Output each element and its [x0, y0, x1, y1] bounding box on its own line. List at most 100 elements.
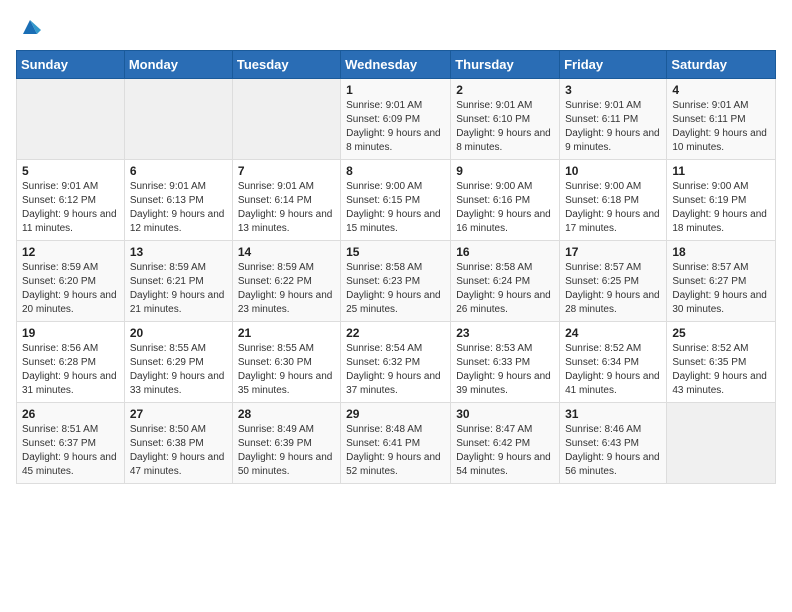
calendar-cell: 18 Sunrise: 8:57 AM Sunset: 6:27 PM Dayli…	[667, 241, 776, 322]
day-detail: Sunrise: 8:52 AM Sunset: 6:34 PM Dayligh…	[565, 342, 661, 398]
day-detail: Sunrise: 9:00 AM Sunset: 6:15 PM Dayligh…	[346, 180, 445, 236]
calendar-cell	[232, 79, 340, 160]
day-detail: Sunrise: 8:59 AM Sunset: 6:20 PM Dayligh…	[22, 261, 119, 317]
calendar-cell: 9Sunrise: 9:00 AM Sunset: 6:16 PM Daylig…	[451, 160, 560, 241]
calendar-week-row: 1Sunrise: 9:01 AM Sunset: 6:09 PM Daylig…	[17, 79, 776, 160]
calendar-cell: 8 Sunrise: 9:00 AM Sunset: 6:15 PM Daylig…	[341, 160, 451, 241]
weekday-header-thursday: Thursday	[451, 51, 560, 79]
calendar-cell: 31Sunrise: 8:46 AM Sunset: 6:43 PM Dayli…	[560, 403, 667, 484]
day-detail: Sunrise: 8:57 AM Sunset: 6:27 PM Dayligh…	[672, 261, 770, 317]
day-detail: Sunrise: 8:54 AM Sunset: 6:32 PM Dayligh…	[346, 342, 445, 398]
day-number: 3	[565, 83, 661, 97]
page-header	[16, 16, 776, 38]
day-detail: Sunrise: 8:48 AM Sunset: 6:41 PM Dayligh…	[346, 423, 445, 479]
day-detail: Sunrise: 9:00 AM Sunset: 6:16 PM Dayligh…	[456, 180, 554, 236]
calendar-cell: 1Sunrise: 9:01 AM Sunset: 6:09 PM Daylig…	[341, 79, 451, 160]
day-number: 28	[238, 407, 335, 421]
calendar-cell: 17Sunrise: 8:57 AM Sunset: 6:25 PM Dayli…	[560, 241, 667, 322]
calendar-week-row: 12 Sunrise: 8:59 AM Sunset: 6:20 PM Dayli…	[17, 241, 776, 322]
day-detail: Sunrise: 9:01 AM Sunset: 6:11 PM Dayligh…	[565, 99, 661, 155]
day-number: 15	[346, 245, 445, 259]
calendar-cell: 10 Sunrise: 9:00 AM Sunset: 6:18 PM Dayli…	[560, 160, 667, 241]
weekday-header-wednesday: Wednesday	[341, 51, 451, 79]
day-detail: Sunrise: 8:55 AM Sunset: 6:30 PM Dayligh…	[238, 342, 335, 398]
day-detail: Sunrise: 8:52 AM Sunset: 6:35 PM Dayligh…	[672, 342, 770, 398]
day-detail: Sunrise: 8:59 AM Sunset: 6:21 PM Dayligh…	[130, 261, 227, 317]
day-detail: Sunrise: 8:58 AM Sunset: 6:24 PM Dayligh…	[456, 261, 554, 317]
day-number: 24	[565, 326, 661, 340]
logo	[16, 16, 41, 38]
day-number: 21	[238, 326, 335, 340]
day-number: 11	[672, 164, 770, 178]
calendar-week-row: 19 Sunrise: 8:56 AM Sunset: 6:28 PM Dayli…	[17, 322, 776, 403]
calendar-table: SundayMondayTuesdayWednesdayThursdayFrid…	[16, 50, 776, 484]
calendar-cell: 13 Sunrise: 8:59 AM Sunset: 6:21 PM Dayli…	[124, 241, 232, 322]
day-number: 13	[130, 245, 227, 259]
calendar-cell: 24 Sunrise: 8:52 AM Sunset: 6:34 PM Dayli…	[560, 322, 667, 403]
day-detail: Sunrise: 8:56 AM Sunset: 6:28 PM Dayligh…	[22, 342, 119, 398]
day-number: 7	[238, 164, 335, 178]
day-detail: Sunrise: 9:01 AM Sunset: 6:14 PM Dayligh…	[238, 180, 335, 236]
calendar-cell: 11 Sunrise: 9:00 AM Sunset: 6:19 PM Dayli…	[667, 160, 776, 241]
day-number: 23	[456, 326, 554, 340]
calendar-cell: 19 Sunrise: 8:56 AM Sunset: 6:28 PM Dayli…	[17, 322, 125, 403]
day-number: 12	[22, 245, 119, 259]
day-detail: Sunrise: 8:53 AM Sunset: 6:33 PM Dayligh…	[456, 342, 554, 398]
day-detail: Sunrise: 8:57 AM Sunset: 6:25 PM Dayligh…	[565, 261, 661, 317]
day-number: 19	[22, 326, 119, 340]
day-detail: Sunrise: 9:00 AM Sunset: 6:19 PM Dayligh…	[672, 180, 770, 236]
day-number: 29	[346, 407, 445, 421]
calendar-cell: 28 Sunrise: 8:49 AM Sunset: 6:39 PM Dayli…	[232, 403, 340, 484]
calendar-cell: 16 Sunrise: 8:58 AM Sunset: 6:24 PM Dayli…	[451, 241, 560, 322]
day-number: 6	[130, 164, 227, 178]
calendar-cell: 4 Sunrise: 9:01 AM Sunset: 6:11 PM Daylig…	[667, 79, 776, 160]
day-number: 22	[346, 326, 445, 340]
day-detail: Sunrise: 8:55 AM Sunset: 6:29 PM Dayligh…	[130, 342, 227, 398]
calendar-cell: 25Sunrise: 8:52 AM Sunset: 6:35 PM Dayli…	[667, 322, 776, 403]
day-number: 26	[22, 407, 119, 421]
day-detail: Sunrise: 9:01 AM Sunset: 6:11 PM Dayligh…	[672, 99, 770, 155]
day-detail: Sunrise: 9:00 AM Sunset: 6:18 PM Dayligh…	[565, 180, 661, 236]
day-number: 2	[456, 83, 554, 97]
calendar-cell: 23 Sunrise: 8:53 AM Sunset: 6:33 PM Dayli…	[451, 322, 560, 403]
calendar-cell: 21 Sunrise: 8:55 AM Sunset: 6:30 PM Dayli…	[232, 322, 340, 403]
calendar-cell: 2 Sunrise: 9:01 AM Sunset: 6:10 PM Daylig…	[451, 79, 560, 160]
day-detail: Sunrise: 8:47 AM Sunset: 6:42 PM Dayligh…	[456, 423, 554, 479]
calendar-cell: 3 Sunrise: 9:01 AM Sunset: 6:11 PM Daylig…	[560, 79, 667, 160]
calendar-cell: 30 Sunrise: 8:47 AM Sunset: 6:42 PM Dayli…	[451, 403, 560, 484]
weekday-header-sunday: Sunday	[17, 51, 125, 79]
calendar-cell: 26Sunrise: 8:51 AM Sunset: 6:37 PM Dayli…	[17, 403, 125, 484]
calendar-cell: 6Sunrise: 9:01 AM Sunset: 6:13 PM Daylig…	[124, 160, 232, 241]
calendar-cell: 14 Sunrise: 8:59 AM Sunset: 6:22 PM Dayli…	[232, 241, 340, 322]
day-number: 1	[346, 83, 445, 97]
logo-icon	[19, 16, 41, 38]
calendar-week-row: 26Sunrise: 8:51 AM Sunset: 6:37 PM Dayli…	[17, 403, 776, 484]
day-detail: Sunrise: 9:01 AM Sunset: 6:10 PM Dayligh…	[456, 99, 554, 155]
calendar-cell	[124, 79, 232, 160]
day-detail: Sunrise: 8:49 AM Sunset: 6:39 PM Dayligh…	[238, 423, 335, 479]
weekday-header-saturday: Saturday	[667, 51, 776, 79]
calendar-cell: 15 Sunrise: 8:58 AM Sunset: 6:23 PM Dayli…	[341, 241, 451, 322]
calendar-cell: 20 Sunrise: 8:55 AM Sunset: 6:29 PM Dayli…	[124, 322, 232, 403]
day-number: 10	[565, 164, 661, 178]
day-detail: Sunrise: 9:01 AM Sunset: 6:12 PM Dayligh…	[22, 180, 119, 236]
day-number: 30	[456, 407, 554, 421]
calendar-cell: 12 Sunrise: 8:59 AM Sunset: 6:20 PM Dayli…	[17, 241, 125, 322]
calendar-cell: 22 Sunrise: 8:54 AM Sunset: 6:32 PM Dayli…	[341, 322, 451, 403]
day-number: 20	[130, 326, 227, 340]
calendar-week-row: 5 Sunrise: 9:01 AM Sunset: 6:12 PM Daylig…	[17, 160, 776, 241]
day-number: 5	[22, 164, 119, 178]
calendar-cell	[667, 403, 776, 484]
day-number: 4	[672, 83, 770, 97]
calendar-cell: 27Sunrise: 8:50 AM Sunset: 6:38 PM Dayli…	[124, 403, 232, 484]
day-detail: Sunrise: 8:59 AM Sunset: 6:22 PM Dayligh…	[238, 261, 335, 317]
day-number: 18	[672, 245, 770, 259]
weekday-header-friday: Friday	[560, 51, 667, 79]
day-number: 14	[238, 245, 335, 259]
day-detail: Sunrise: 8:50 AM Sunset: 6:38 PM Dayligh…	[130, 423, 227, 479]
day-number: 16	[456, 245, 554, 259]
day-number: 8	[346, 164, 445, 178]
calendar-cell	[17, 79, 125, 160]
day-detail: Sunrise: 8:58 AM Sunset: 6:23 PM Dayligh…	[346, 261, 445, 317]
day-number: 31	[565, 407, 661, 421]
